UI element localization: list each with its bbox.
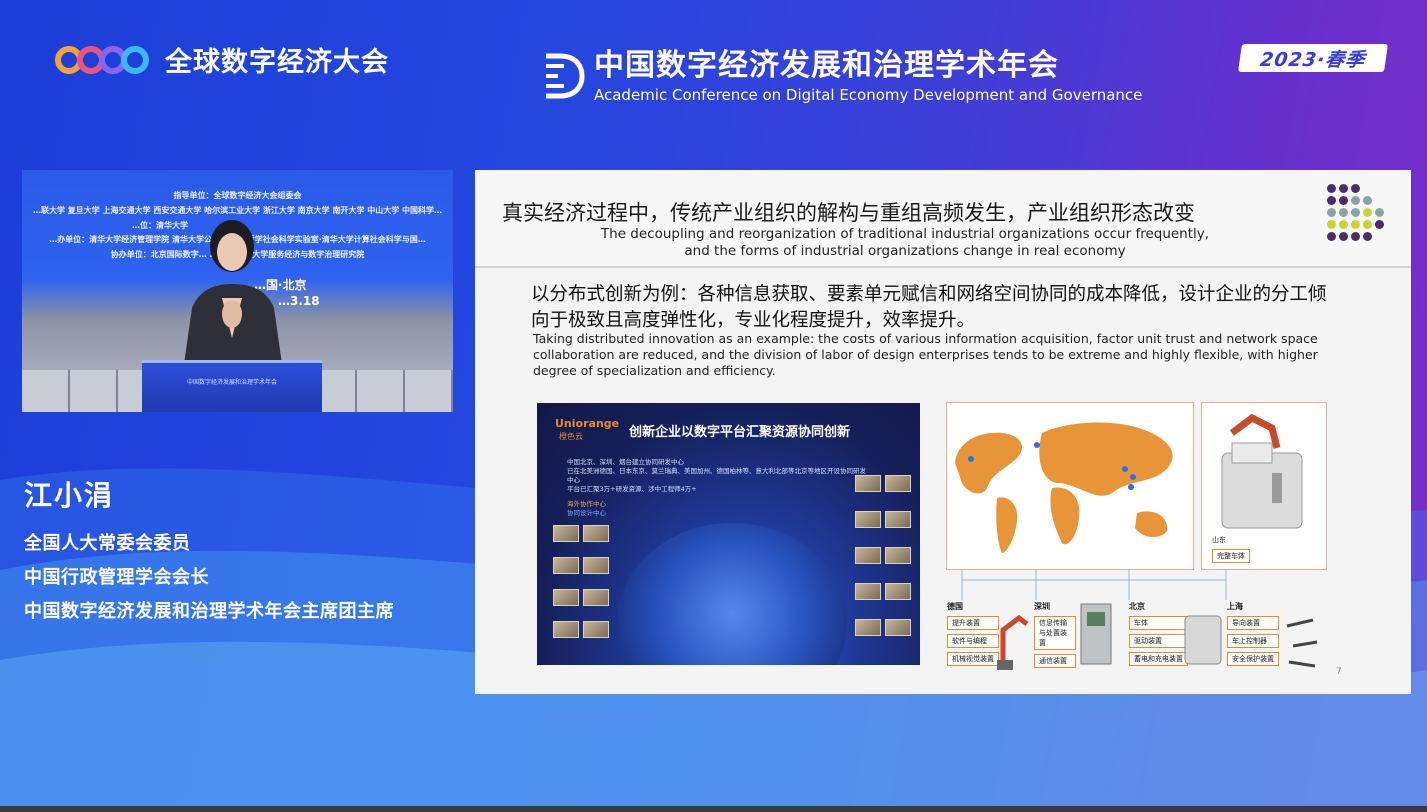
location-name: 深圳 — [1034, 602, 1050, 611]
expert-photo — [553, 589, 579, 606]
expert-photo — [583, 589, 609, 606]
slide-header: 真实经济过程中，传统产业组织的解构与重组高频发生，产业组织形态改变 The de… — [475, 170, 1411, 268]
slide-title-en-line1: The decoupling and reorganization of tra… — [600, 226, 1210, 242]
conference-d-logo-icon — [546, 53, 585, 99]
location-group-germany: 德国 提升装置 软件与编程 机械视觉装置 — [947, 601, 999, 670]
world-map-shapes — [955, 422, 1173, 553]
video-podium: 中国数字经济发展和治理学术年会 — [142, 360, 322, 412]
bottom-bar — [0, 806, 1427, 812]
gdec-logo: 全球数字经济大会 — [55, 40, 389, 79]
conference-header: 中国数字经济发展和治理学术年会 Academic Conference on D… — [540, 48, 1142, 104]
robot-vehicle-shape — [1221, 413, 1303, 529]
expert-photo — [885, 583, 911, 600]
location-tag: 车体 — [1129, 616, 1188, 630]
location-tag: 导向装置 — [1227, 616, 1279, 630]
platform-legend-item: 海外协作中心 — [567, 500, 606, 508]
speaker-title-1: 全国人大常委会委员 — [24, 533, 191, 554]
platform-collaboration-image: Uniorange 橙色云 创新企业以数字平台汇聚资源协同创新 中国北京、深圳、… — [537, 403, 920, 665]
location-group-beijing: 北京 车体 驱动装置 蓄电和充电装置 — [1129, 601, 1188, 670]
uniorange-brand-cn: 橙色云 — [559, 432, 583, 441]
platform-legend-item: 协同设计中心 — [567, 509, 606, 517]
expert-photo — [553, 525, 579, 542]
expert-photo — [583, 621, 609, 638]
vehicle-body-icon — [1184, 615, 1222, 665]
video-banner-line1: 指导单位：全球数字经济大会组委会 — [173, 191, 302, 200]
conference-title-cn: 中国数字经济发展和治理学术年会 — [594, 48, 1059, 83]
location-tag: 通信装置 — [1034, 654, 1076, 668]
gdec-rings-icon — [55, 45, 149, 74]
robot-tag: 完整车体 — [1212, 549, 1250, 563]
platform-image-title: 创新企业以数字平台汇聚资源协同创新 — [629, 425, 851, 440]
globe-graphic — [617, 523, 847, 665]
speaker-video[interactable]: 指导单位：全球数字经济大会组委会 …联大学 复旦大学 上海交通大学 西安交通大学… — [22, 170, 453, 412]
expert-photo — [553, 557, 579, 574]
slide-body-en: Taking distributed innovation as an exam… — [533, 331, 1318, 378]
conference-title-en: Academic Conference on Digital Economy D… — [594, 86, 1143, 104]
presentation-slide[interactable]: 真实经济过程中，传统产业组织的解构与重组高频发生，产业组织形态改变 The de… — [475, 170, 1411, 694]
location-tag: 信息传输与处置装置 — [1034, 616, 1076, 650]
world-map — [946, 402, 1194, 570]
season-badge: 2023·春季 — [1238, 44, 1388, 72]
location-tag: 软件与编程 — [947, 634, 999, 648]
expert-photo — [583, 525, 609, 542]
expert-photo — [885, 619, 911, 636]
expert-photo — [885, 547, 911, 564]
expert-photo — [855, 583, 881, 600]
location-group-shanghai: 上海 导向装置 车上控制器 安全保护装置 — [1227, 601, 1279, 670]
slide-title-en: The decoupling and reorganization of tra… — [475, 226, 1335, 260]
robot-location-label: 山东 — [1212, 536, 1226, 544]
slide-title-cn: 真实经济过程中，传统产业组织的解构与重组高频发生，产业组织形态改变 — [502, 201, 1195, 225]
decorative-dots-icon — [1327, 184, 1387, 244]
slide-page-number: 7 — [1336, 667, 1342, 677]
expert-photo — [583, 557, 609, 574]
location-name: 德国 — [947, 602, 963, 611]
location-name: 北京 — [1129, 602, 1145, 611]
uniorange-brand: Uniorange — [555, 417, 620, 430]
expert-photo — [553, 621, 579, 638]
location-group-shenzhen: 深圳 信息传输与处置装置 通信装置 — [1034, 601, 1076, 672]
location-tag: 提升装置 — [947, 616, 999, 630]
expert-photo — [885, 475, 911, 492]
gdec-title: 全球数字经济大会 — [165, 47, 389, 78]
expert-photo — [855, 619, 881, 636]
platform-text-line: 中国北京、深圳、烟台建立协同研发中心 — [567, 458, 684, 466]
parts-icon — [1286, 618, 1318, 668]
robot-vehicle-image: 山东 完整车体 — [1201, 402, 1327, 570]
expert-photo — [855, 511, 881, 528]
slide-body-cn: 以分布式创新为例：各种信息获取、要素单元赋信和网络空间协同的成本降低，设计企业的… — [531, 284, 1327, 331]
location-name: 上海 — [1227, 602, 1243, 611]
speaker-name: 江小涓 — [24, 479, 115, 512]
video-banner-line2: …联大学 复旦大学 上海交通大学 西安交通大学 哈尔滨工业大学 浙江大学 南京大… — [32, 206, 443, 215]
location-tag: 蓄电和充电装置 — [1129, 652, 1188, 666]
speaker-title-3: 中国数字经济发展和治理学术年会主席团主席 — [24, 601, 394, 622]
expert-photo — [855, 475, 881, 492]
expert-photo — [855, 547, 881, 564]
slide-title-en-line2: and the forms of industrial organization… — [684, 243, 1126, 259]
platform-text-line: 平台已汇聚3万+研发资源、涉中工程师4万+ — [567, 485, 697, 493]
podium-text: 中国数字经济发展和治理学术年会 — [186, 379, 277, 386]
speaker-title-2: 中国行政管理学会会长 — [24, 567, 209, 588]
location-tag: 驱动装置 — [1129, 634, 1188, 648]
expert-photo — [885, 511, 911, 528]
control-cabinet-icon — [1080, 603, 1112, 665]
speaker-person-figure — [182, 220, 284, 378]
platform-image-text: 中国北京、深圳、烟台建立协同研发中心 已在北美洲德国、日本东京、莫兰瑞典、美国加… — [567, 458, 867, 518]
location-tag: 机械视觉装置 — [947, 652, 999, 666]
location-tag: 车上控制器 — [1227, 634, 1279, 648]
platform-text-line: 已在北美洲德国、日本东京、莫兰瑞典、美国加州、德国柏林等、意大利北部等北京等地区… — [567, 467, 866, 484]
location-tag: 安全保护装置 — [1227, 652, 1279, 666]
robot-arm-icon — [997, 614, 1029, 670]
